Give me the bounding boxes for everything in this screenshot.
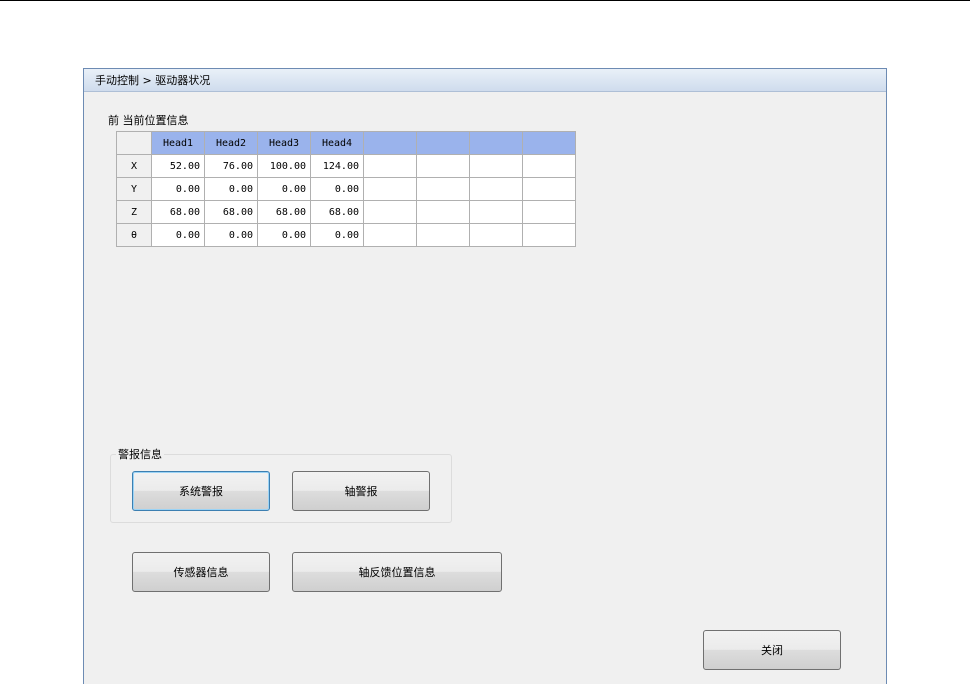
table-cell[interactable] — [363, 177, 417, 201]
table-corner-cell — [116, 131, 152, 155]
table-cell[interactable]: 68.00 — [310, 200, 364, 224]
table-row: Y 0.00 0.00 0.00 0.00 — [116, 177, 576, 201]
breadcrumb: 手动控制 > 驱动器状况 — [84, 69, 886, 92]
system-alarm-button[interactable]: 系统警报 — [132, 471, 270, 511]
axis-alarm-button[interactable]: 轴警报 — [292, 471, 430, 511]
column-header — [469, 131, 523, 155]
row-header: Y — [116, 177, 152, 201]
row-header: θ — [116, 223, 152, 247]
column-header — [522, 131, 576, 155]
table-cell[interactable]: 0.00 — [257, 177, 311, 201]
table-cell[interactable]: 68.00 — [204, 200, 258, 224]
table-cell[interactable] — [416, 200, 470, 224]
position-section-label: 前 当前位置信息 — [108, 114, 189, 127]
table-cell[interactable] — [416, 177, 470, 201]
column-header — [363, 131, 417, 155]
table-cell[interactable] — [363, 154, 417, 178]
table-cell[interactable] — [416, 223, 470, 247]
column-header — [416, 131, 470, 155]
column-header: Head4 — [310, 131, 364, 155]
table-row: Z 68.00 68.00 68.00 68.00 — [116, 200, 576, 224]
table-cell[interactable]: 68.00 — [151, 200, 205, 224]
table-row: X 52.00 76.00 100.00 124.00 — [116, 154, 576, 178]
table-cell[interactable]: 0.00 — [204, 223, 258, 247]
table-cell[interactable]: 0.00 — [151, 177, 205, 201]
position-table: Head1 Head2 Head3 Head4 X 52.00 76.00 10… — [116, 131, 576, 247]
table-cell[interactable]: 0.00 — [310, 177, 364, 201]
table-cell[interactable]: 124.00 — [310, 154, 364, 178]
table-cell[interactable] — [522, 154, 576, 178]
table-cell[interactable] — [469, 177, 523, 201]
table-cell[interactable]: 76.00 — [204, 154, 258, 178]
table-cell[interactable]: 68.00 — [257, 200, 311, 224]
column-header: Head1 — [151, 131, 205, 155]
table-cell[interactable] — [522, 177, 576, 201]
sensor-info-button[interactable]: 传感器信息 — [132, 552, 270, 592]
table-cell[interactable]: 100.00 — [257, 154, 311, 178]
table-cell[interactable] — [522, 223, 576, 247]
close-button[interactable]: 关闭 — [703, 630, 841, 670]
table-header-row: Head1 Head2 Head3 Head4 — [116, 131, 576, 155]
table-cell[interactable] — [363, 223, 417, 247]
table-cell[interactable] — [522, 200, 576, 224]
table-cell[interactable] — [416, 154, 470, 178]
row-header: X — [116, 154, 152, 178]
table-cell[interactable]: 0.00 — [310, 223, 364, 247]
table-row: θ 0.00 0.00 0.00 0.00 — [116, 223, 576, 247]
alarm-section-label: 警报信息 — [116, 446, 164, 462]
table-cell[interactable]: 0.00 — [257, 223, 311, 247]
drive-status-window: 手动控制 > 驱动器状况 前 当前位置信息 Head1 Head2 Head3 … — [83, 68, 887, 684]
table-cell[interactable] — [469, 154, 523, 178]
column-header: Head2 — [204, 131, 258, 155]
table-cell[interactable]: 0.00 — [204, 177, 258, 201]
table-cell[interactable] — [363, 200, 417, 224]
table-cell[interactable] — [469, 223, 523, 247]
top-border-line — [0, 0, 970, 1]
table-cell[interactable] — [469, 200, 523, 224]
axis-feedback-position-button[interactable]: 轴反馈位置信息 — [292, 552, 502, 592]
row-header: Z — [116, 200, 152, 224]
column-header: Head3 — [257, 131, 311, 155]
table-cell[interactable]: 0.00 — [151, 223, 205, 247]
table-cell[interactable]: 52.00 — [151, 154, 205, 178]
